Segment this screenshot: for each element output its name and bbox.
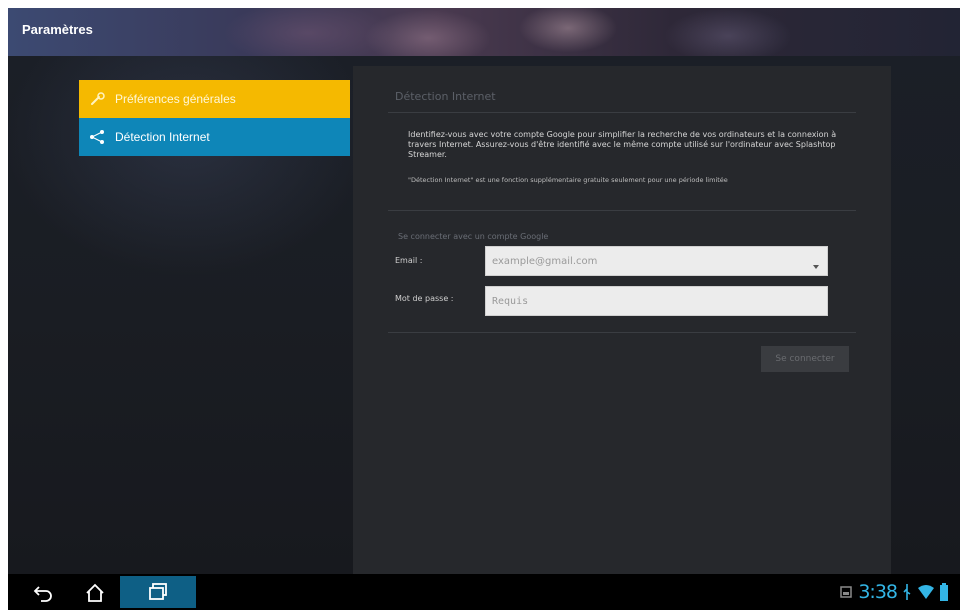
recent-apps-icon [149, 583, 167, 600]
action-bar: Paramètres [8, 8, 960, 56]
wrench-icon [89, 92, 107, 106]
password-label: Mot de passe : [395, 294, 454, 303]
sidebar-item-label: Détection Internet [115, 130, 210, 144]
status-area[interactable]: 3:38 [839, 580, 948, 604]
detail-title: Détection Internet [395, 90, 496, 103]
sidebar-item-label: Préférences générales [115, 92, 236, 106]
divider [388, 112, 856, 113]
detail-panel: Détection Internet Identifiez-vous avec … [353, 66, 891, 574]
system-bar: 3:38 [8, 574, 960, 610]
password-field[interactable]: Requis [485, 286, 828, 316]
usb-icon [903, 584, 911, 600]
clock: 3:38 [858, 581, 898, 603]
divider [388, 332, 856, 333]
page-title: Paramètres [22, 22, 93, 37]
notification-icon [840, 586, 853, 598]
sidebar-item-general-preferences[interactable]: Préférences générales [79, 80, 350, 118]
share-icon [89, 130, 107, 144]
back-button[interactable] [20, 578, 66, 608]
home-button[interactable] [72, 578, 118, 608]
email-label: Email : [395, 256, 423, 265]
back-icon [33, 586, 52, 602]
limited-offer-note: "Détection Internet" est une fonction su… [408, 176, 728, 184]
signin-hint: Se connecter avec un compte Google [398, 232, 549, 241]
dropdown-caret-icon [813, 265, 819, 269]
sidebar-item-internet-detection[interactable]: Détection Internet [79, 118, 350, 156]
tablet-screen: Paramètres Préférences générales Détecti… [8, 8, 960, 610]
email-placeholder: example@gmail.com [492, 255, 598, 267]
login-button[interactable]: Se connecter [761, 346, 849, 372]
recent-apps-button[interactable] [120, 576, 196, 608]
settings-content: Préférences générales Détection Internet… [8, 56, 960, 574]
battery-icon [940, 583, 948, 601]
password-placeholder: Requis [492, 295, 529, 307]
description-text: Identifiez-vous avec votre compte Google… [408, 130, 837, 159]
email-field[interactable]: example@gmail.com [485, 246, 828, 276]
home-icon [86, 583, 104, 602]
wifi-icon [918, 585, 934, 599]
divider [388, 210, 856, 211]
